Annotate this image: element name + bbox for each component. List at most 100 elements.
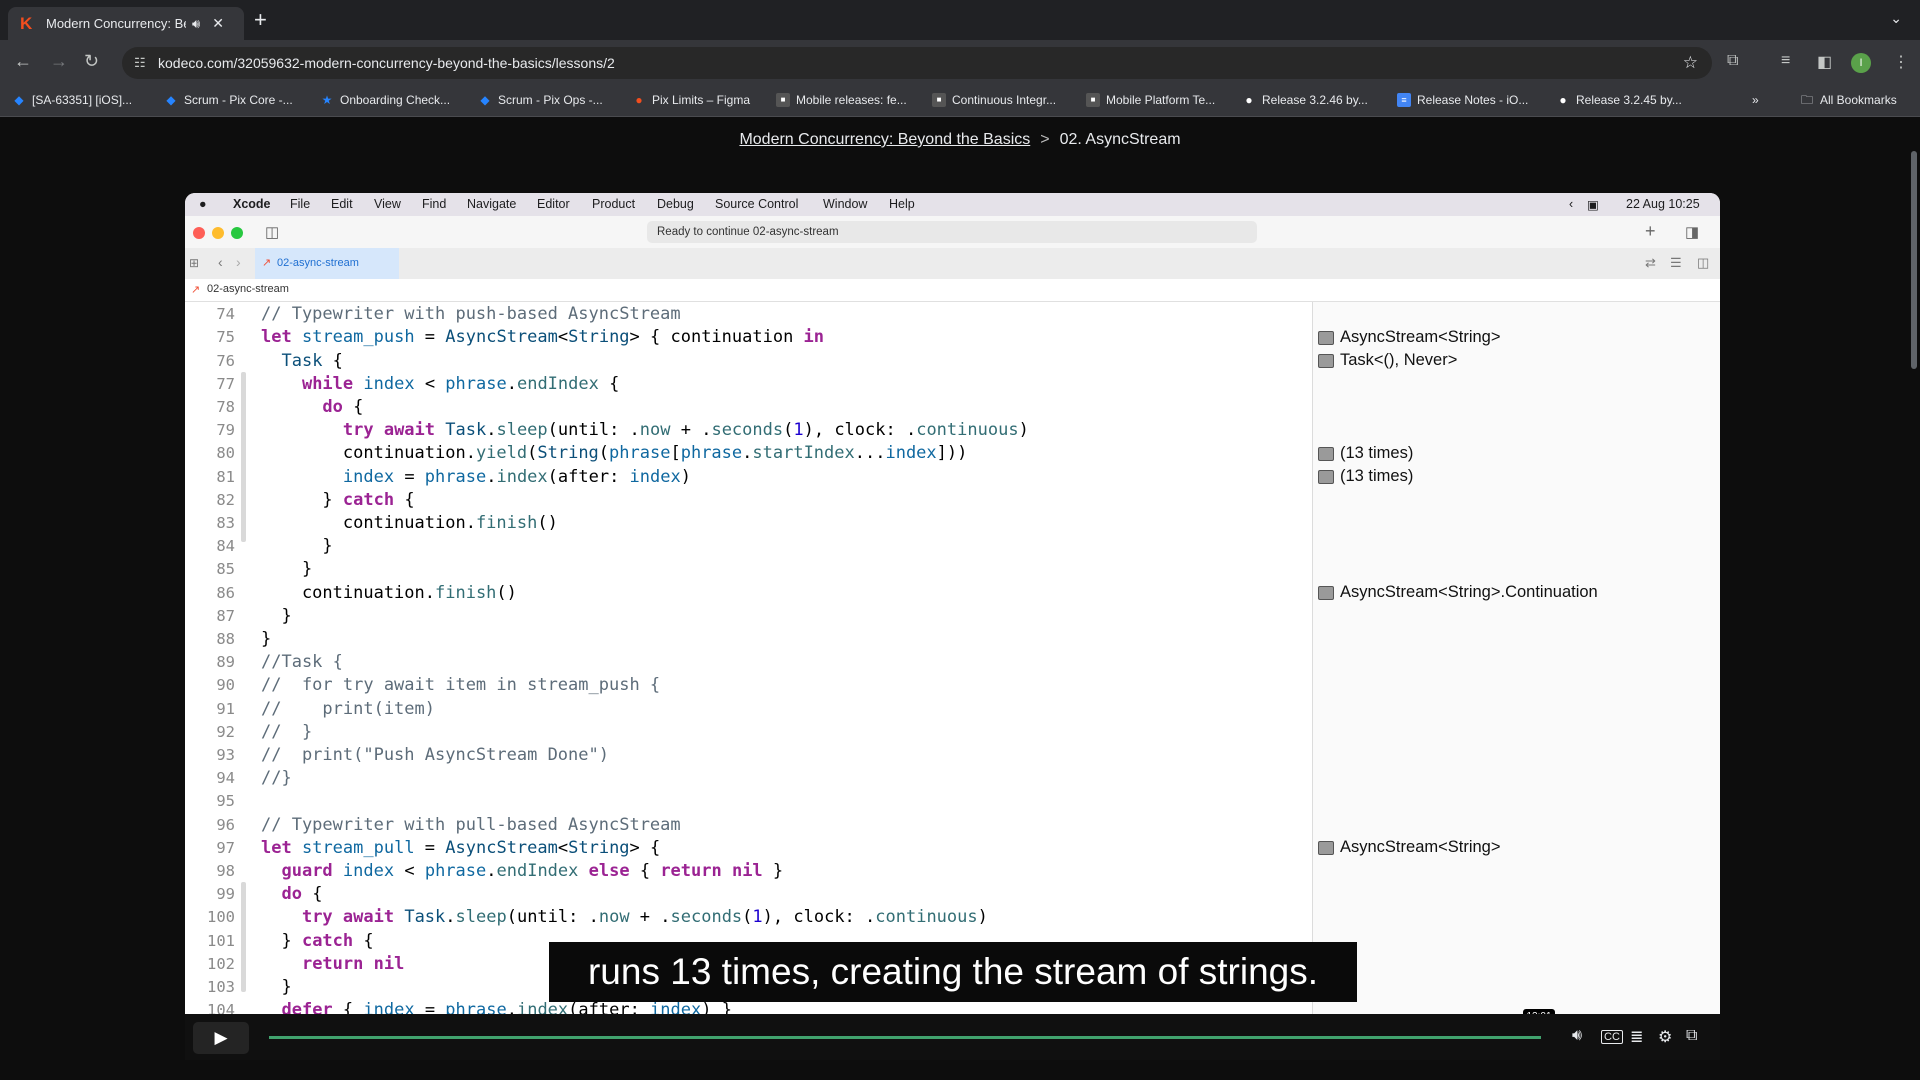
line-number: 98 — [216, 862, 235, 880]
code-line: // Typewriter with pull-based AsyncStrea… — [261, 815, 681, 835]
chevron-left-icon: ‹ — [1569, 197, 1574, 211]
menu-navigate: Navigate — [467, 197, 517, 211]
all-bookmarks[interactable]: 🗀︎ All Bookmarks — [1800, 93, 1897, 107]
kebab-menu-icon[interactable]: ⋮ — [1893, 52, 1909, 72]
code-line: continuation.finish() — [261, 513, 558, 533]
scrollbar-thumb[interactable] — [1911, 151, 1917, 369]
site-favicon-icon: ■ — [932, 93, 946, 107]
extensions-icon[interactable]: ⧉ — [1727, 52, 1738, 70]
new-tab-icon[interactable]: + — [254, 9, 267, 31]
code-line: } — [261, 977, 292, 997]
line-number: 84 — [216, 537, 235, 555]
browser-tab[interactable]: K Modern Concurrency: Be 🔊︎ ✕ — [8, 7, 244, 40]
result-item: (13 times) — [1318, 444, 1413, 463]
jira-icon: ◆ — [480, 93, 490, 107]
code-line: } catch { — [261, 931, 374, 951]
transcript-icon[interactable]: ≣ — [1630, 1027, 1643, 1047]
code-line: } — [261, 606, 292, 626]
line-number: 94 — [216, 769, 235, 787]
profile-avatar[interactable]: I — [1851, 53, 1871, 73]
forward-arrow-icon[interactable]: → — [50, 51, 68, 71]
code-line: try await Task.sleep(until: .now + .seco… — [342, 420, 1029, 440]
closed-captions-icon[interactable]: CC — [1601, 1030, 1623, 1044]
play-button[interactable]: ▶ — [193, 1022, 249, 1054]
breadcrumb-separator: > — [1040, 131, 1050, 148]
code-line: // for try await item in stream_push { — [261, 675, 661, 695]
settings-gear-icon[interactable]: ⚙ — [1658, 1027, 1672, 1047]
video-player[interactable]: ● Xcode File Edit View Find Navigate Edi… — [185, 193, 1720, 1060]
site-info-icon[interactable]: ☷ — [134, 55, 146, 71]
menu-view: View — [374, 197, 401, 211]
code-line: // print("Push AsyncStream Done") — [261, 745, 609, 765]
swap-icon: ⇄ — [1645, 255, 1656, 270]
bookmark-star-icon[interactable]: ☆ — [1683, 53, 1698, 73]
bookmark-item[interactable]: ◆ [SA-63351] [iOS]... — [12, 93, 132, 107]
figma-icon: ● — [635, 93, 643, 107]
line-number: 92 — [216, 723, 235, 741]
url-text[interactable]: kodeco.com/32059632-modern-concurrency-b… — [158, 55, 615, 71]
menu-file: File — [290, 197, 311, 211]
split-editor-icon: ◫ — [1697, 255, 1710, 270]
code-line: } — [261, 629, 272, 649]
code-fold-ribbon — [241, 882, 246, 992]
bookmark-item[interactable]: ■ Mobile releases: fe... — [776, 93, 907, 107]
code-line: continuation.yield(String(phrase[phrase.… — [261, 443, 968, 463]
jump-bar: ↗ 02-async-stream — [185, 279, 1720, 302]
back-arrow-icon[interactable]: ← — [14, 51, 32, 71]
bookmarks-overflow-icon[interactable]: » — [1752, 93, 1759, 107]
code-line: // } — [261, 722, 313, 742]
address-bar[interactable]: ☷ kodeco.com/32059632-modern-concurrency… — [122, 47, 1712, 79]
tab-search-chevron-icon[interactable]: ⌄ — [1890, 10, 1902, 27]
line-number: 89 — [216, 653, 235, 671]
code-line: } catch { — [261, 490, 415, 510]
picture-in-picture-icon[interactable]: ⧉ — [1686, 1027, 1697, 1045]
line-number: 99 — [216, 885, 235, 903]
menu-debug: Debug — [657, 197, 694, 211]
code-line: } — [261, 559, 313, 579]
page-scrollbar[interactable] — [1908, 117, 1920, 1080]
line-number: 83 — [216, 514, 235, 532]
bookmark-item[interactable]: ● Release 3.2.45 by... — [1556, 93, 1681, 107]
code-line: while index < phrase.endIndex { — [301, 374, 620, 394]
bookmark-item[interactable]: ◆ Scrum - Pix Ops -... — [478, 93, 602, 107]
close-tab-icon[interactable]: ✕ — [212, 15, 224, 32]
progress-bar[interactable] — [269, 1036, 1541, 1039]
line-number: 103 — [207, 978, 235, 996]
line-number: 97 — [216, 839, 235, 857]
menu-find: Find — [422, 197, 447, 211]
line-number: 74 — [216, 305, 235, 323]
menu-source-control: Source Control — [715, 197, 799, 211]
result-item: AsyncStream<String> — [1318, 838, 1501, 857]
audio-playing-icon[interactable]: 🔊︎ — [192, 16, 200, 32]
bookmark-item[interactable]: ≡ Release Notes - iO... — [1397, 93, 1528, 107]
mac-clock: 22 Aug 10:25 — [1626, 197, 1700, 211]
media-controls-icon[interactable]: ≡ — [1781, 52, 1790, 70]
quick-look-icon — [1318, 585, 1334, 600]
line-number: 90 — [216, 676, 235, 694]
video-caption: runs 13 times, creating the stream of st… — [549, 942, 1357, 1002]
side-panel-icon[interactable]: ◧ — [1817, 52, 1832, 72]
bookmark-item[interactable]: ■ Mobile Platform Te... — [1086, 93, 1215, 107]
result-item: (13 times) — [1318, 467, 1413, 486]
line-number: 82 — [216, 491, 235, 509]
minimize-window-icon — [212, 227, 224, 239]
grid-icon: ⊞ — [189, 256, 200, 270]
volume-icon[interactable]: 🔊︎ — [1572, 1027, 1582, 1045]
line-number: 95 — [216, 792, 235, 810]
bookmark-item[interactable]: ● Pix Limits – Figma — [632, 93, 750, 107]
breadcrumb-course-link[interactable]: Modern Concurrency: Beyond the Basics — [739, 131, 1030, 148]
bookmark-item[interactable]: ● Release 3.2.46 by... — [1242, 93, 1367, 107]
result-item: Task<(), Never> — [1318, 351, 1457, 370]
bookmark-item[interactable]: ■ Continuous Integr... — [932, 93, 1056, 107]
browser-toolbar: ← → ↻ ☷ kodeco.com/32059632-modern-concu… — [0, 40, 1920, 86]
bookmark-item[interactable]: ◆ Scrum - Pix Core -... — [164, 93, 292, 107]
result-item: AsyncStream<String>.Continuation — [1318, 583, 1598, 602]
mac-menu-bar: ● Xcode File Edit View Find Navigate Edi… — [185, 193, 1720, 216]
code-line: guard index < phrase.endIndex else { ret… — [281, 861, 784, 881]
code-line: try await Task.sleep(until: .now + .seco… — [301, 907, 988, 927]
quick-look-icon — [1318, 330, 1334, 345]
line-number: 87 — [216, 607, 235, 625]
bookmark-item[interactable]: ★ Onboarding Check... — [320, 93, 450, 107]
reload-icon[interactable]: ↻ — [84, 51, 99, 71]
line-number: 93 — [216, 746, 235, 764]
